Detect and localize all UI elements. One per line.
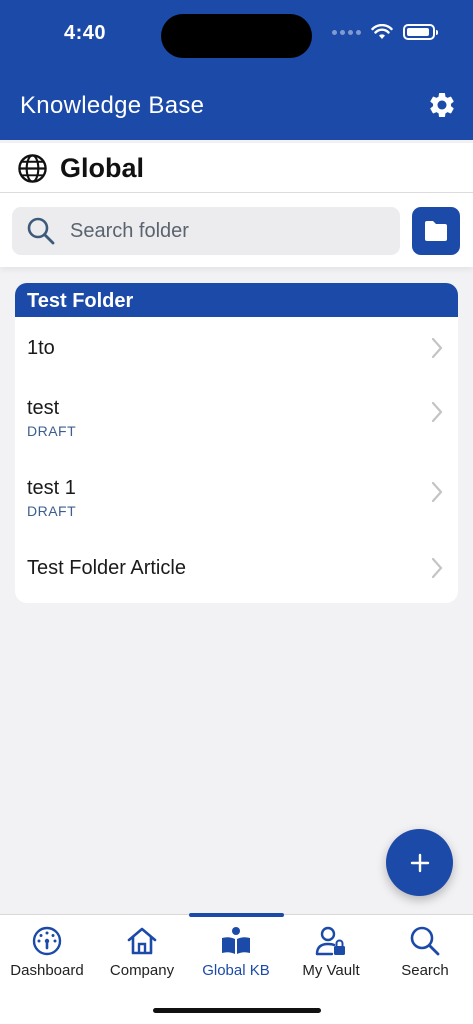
tab-label: Global KB bbox=[202, 962, 270, 979]
tab-my-vault[interactable]: My Vault bbox=[284, 915, 378, 985]
status-time: 4:40 bbox=[64, 22, 107, 44]
folder-icon bbox=[425, 221, 447, 241]
scope-title: Global bbox=[60, 153, 145, 183]
wifi-icon bbox=[371, 24, 393, 39]
folder-button[interactable] bbox=[412, 207, 460, 255]
chevron-right-icon bbox=[431, 481, 443, 503]
tab-dashboard[interactable]: Dashboard bbox=[0, 915, 94, 985]
settings-button[interactable] bbox=[425, 88, 459, 122]
cellular-signal-icon bbox=[332, 29, 361, 35]
chevron-right-icon bbox=[431, 557, 443, 579]
status-icons bbox=[332, 24, 438, 40]
tab-label: Company bbox=[109, 962, 175, 979]
search-icon bbox=[410, 926, 440, 956]
article-title: 1to bbox=[27, 337, 55, 359]
tab-label: My Vault bbox=[302, 962, 360, 979]
tab-global-kb[interactable]: Global KB bbox=[189, 915, 283, 985]
folder-header: Test Folder bbox=[15, 283, 458, 317]
add-button[interactable] bbox=[386, 829, 453, 896]
folder-card: Test Folder 1to test DRAFT test 1 DRAFT … bbox=[15, 283, 458, 603]
list-item-article[interactable]: 1to bbox=[15, 317, 458, 379]
gear-icon bbox=[430, 93, 454, 117]
tab-label: Search bbox=[401, 962, 449, 979]
status-badge: DRAFT bbox=[27, 503, 77, 519]
battery-icon bbox=[403, 24, 438, 40]
dashboard-gauge-icon bbox=[32, 926, 62, 956]
home-indicator bbox=[153, 1008, 321, 1013]
list-item-article[interactable]: test 1 DRAFT bbox=[15, 459, 458, 539]
open-book-icon bbox=[222, 927, 250, 954]
top-panel: Global bbox=[0, 143, 473, 267]
search-icon bbox=[27, 217, 55, 245]
page-title: Knowledge Base bbox=[20, 92, 205, 119]
article-title: Test Folder Article bbox=[27, 557, 186, 579]
home-icon bbox=[127, 927, 157, 955]
chevron-right-icon bbox=[431, 401, 443, 423]
tab-label: Dashboard bbox=[10, 962, 84, 979]
status-bar: 4:40 bbox=[0, 0, 473, 70]
scope-row: Global bbox=[0, 143, 473, 193]
tab-search[interactable]: Search bbox=[378, 915, 472, 985]
tab-company[interactable]: Company bbox=[95, 915, 189, 985]
article-title: test bbox=[27, 397, 60, 419]
globe-icon bbox=[18, 154, 47, 183]
search-box bbox=[12, 207, 400, 255]
status-badge: DRAFT bbox=[27, 423, 77, 439]
article-title: test 1 bbox=[27, 477, 76, 499]
user-lock-icon bbox=[315, 926, 345, 956]
plus-icon bbox=[410, 853, 429, 872]
list-item-article[interactable]: Test Folder Article bbox=[15, 539, 458, 601]
chevron-right-icon bbox=[431, 337, 443, 359]
list-item-article[interactable]: test DRAFT bbox=[15, 379, 458, 459]
dynamic-island bbox=[161, 14, 312, 58]
search-input[interactable] bbox=[70, 217, 390, 245]
app-header: Knowledge Base bbox=[0, 70, 473, 140]
